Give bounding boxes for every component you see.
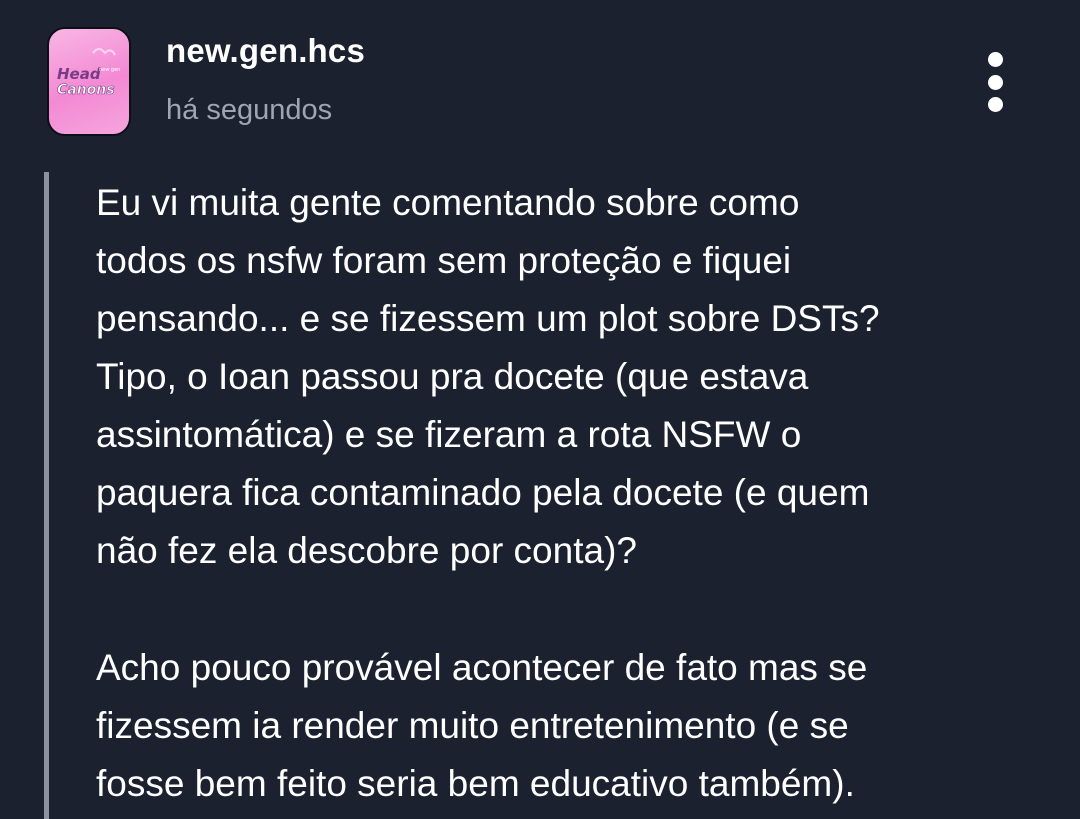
headcanons-logo: Head new gen Canons	[57, 48, 120, 98]
quote-bar	[44, 172, 49, 819]
text-line: pensando... e se fizessem um plot sobre …	[96, 298, 880, 339]
post-paragraph-1: Eu vi muita gente comentando sobre como …	[96, 174, 1046, 580]
post-paragraph-2: Acho pouco provável acontecer de fato ma…	[96, 639, 1046, 813]
author-username[interactable]: new.gen.hcs	[166, 32, 365, 70]
text-line: não fez ela descobre por conta)?	[96, 530, 637, 571]
text-line: Eu vi muita gente comentando sobre como	[96, 182, 800, 223]
text-line: paquera fica contaminado pela docete (e …	[96, 472, 870, 513]
text-line: assintomática) e se fizeram a rota NSFW …	[96, 414, 802, 455]
more-options-button[interactable]	[972, 46, 1020, 118]
avatar[interactable]: Head new gen Canons	[47, 27, 131, 136]
avatar-text-line1: Head	[57, 65, 101, 83]
text-line: fizessem ia render muito entretenimento …	[96, 705, 849, 746]
post-card: Head new gen Canons new.gen.hcs há segun…	[0, 0, 1080, 819]
cupcake-icon	[92, 48, 116, 56]
text-line: Acho pouco provável acontecer de fato ma…	[96, 647, 868, 688]
avatar-small-text: new gen	[99, 67, 120, 73]
text-line: fosse bem feito seria bem educativo tamb…	[96, 763, 855, 804]
avatar-text-line2: Canons	[57, 82, 115, 98]
post-timestamp: há segundos	[166, 94, 333, 126]
text-line: Tipo, o Ioan passou pra docete (que esta…	[96, 356, 809, 397]
post-body: Eu vi muita gente comentando sobre como …	[44, 172, 1044, 819]
post-header: Head new gen Canons new.gen.hcs há segun…	[0, 0, 1080, 150]
text-line: todos os nsfw foram sem proteção e fique…	[96, 240, 792, 281]
